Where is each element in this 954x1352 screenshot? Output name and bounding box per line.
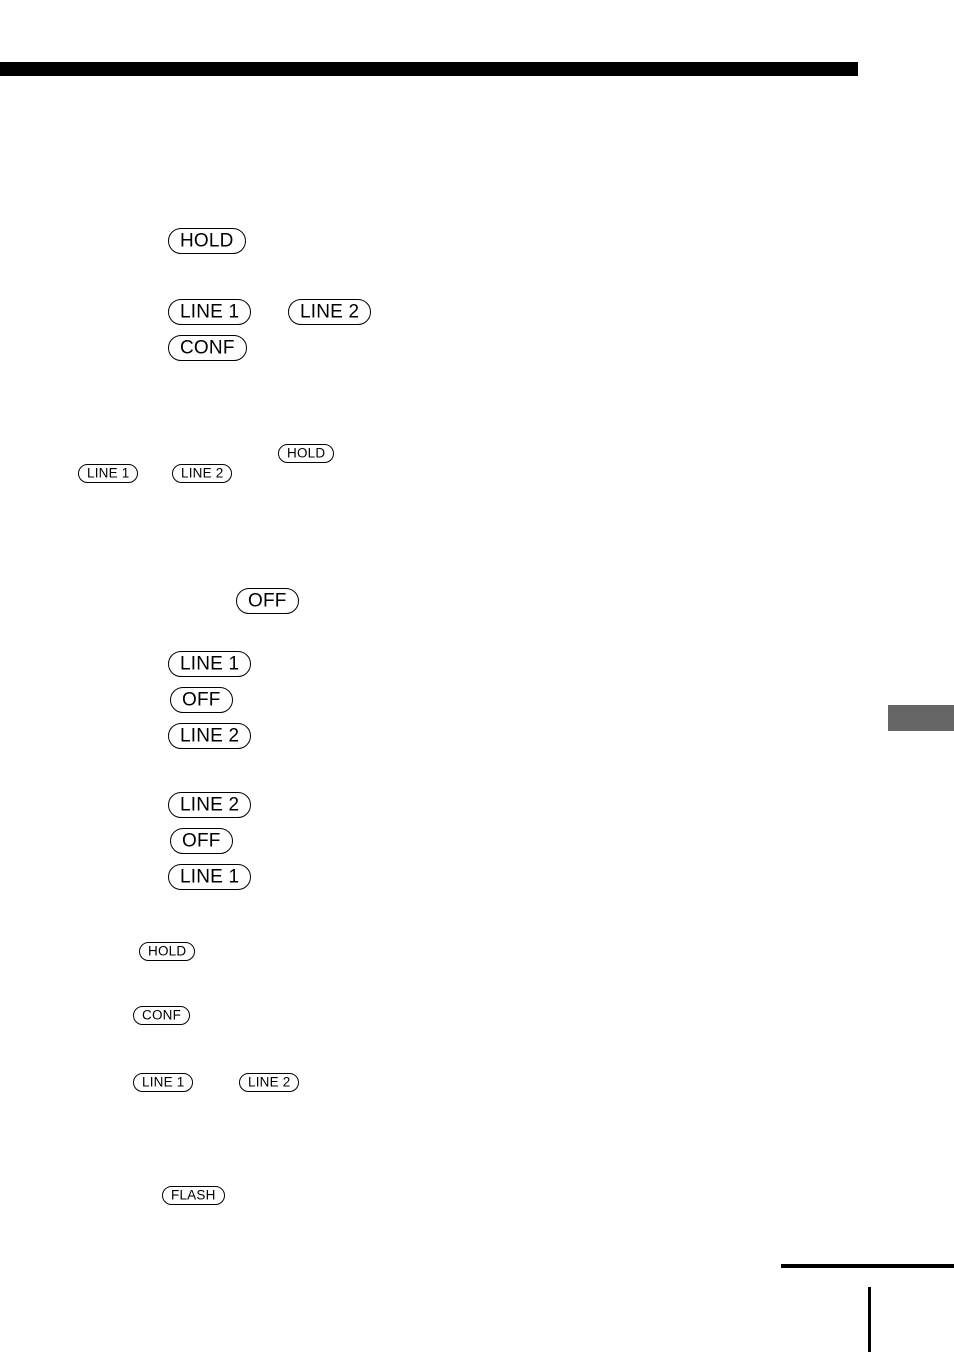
key-button-line-1: LINE 1 (168, 864, 252, 890)
key-button-line-1: LINE 1 (133, 1073, 194, 1092)
key-button-flash: FLASH (162, 1186, 225, 1205)
key-button-label: LINE 2 (248, 1074, 291, 1090)
key-button-off: OFF (170, 687, 233, 713)
key-button-label: CONF (180, 337, 235, 358)
key-button-label: OFF (182, 689, 221, 710)
key-button-label: LINE 1 (180, 301, 240, 322)
key-button-conf: CONF (168, 335, 247, 361)
header-rule (0, 62, 858, 76)
key-button-hold: HOLD (168, 228, 246, 254)
key-button-label: OFF (248, 590, 287, 611)
key-button-label: FLASH (171, 1187, 216, 1203)
section-edge-tab (888, 705, 954, 731)
key-button-label: LINE 2 (181, 465, 224, 481)
key-button-off: OFF (170, 828, 233, 854)
key-button-line-2: LINE 2 (172, 464, 233, 483)
key-button-line-1: LINE 1 (168, 299, 252, 325)
key-button-label: LINE 1 (180, 866, 240, 887)
key-button-hold: HOLD (278, 444, 335, 463)
key-button-label: HOLD (148, 943, 187, 959)
key-button-line-1: LINE 1 (168, 651, 252, 677)
manual-page: HOLD LINE 1 LINE 2 CONF HOLD LINE 1 LINE 2 OFF L… (0, 0, 954, 1352)
key-button-line-2: LINE 2 (288, 299, 372, 325)
footer-vertical-rule (868, 1287, 871, 1352)
key-button-label: LINE 1 (87, 465, 130, 481)
key-button-label: HOLD (287, 445, 326, 461)
key-button-label: OFF (182, 830, 221, 851)
key-button-label: LINE 2 (180, 725, 240, 746)
key-button-line-2: LINE 2 (239, 1073, 300, 1092)
key-button-line-1: LINE 1 (78, 464, 139, 483)
key-button-line-2: LINE 2 (168, 723, 252, 749)
key-button-off: OFF (236, 588, 299, 614)
key-button-hold: HOLD (139, 942, 196, 961)
key-button-label: CONF (142, 1007, 182, 1023)
key-button-label: LINE 2 (300, 301, 360, 322)
key-button-label: LINE 1 (180, 653, 240, 674)
key-button-line-2: LINE 2 (168, 792, 252, 818)
key-button-label: LINE 2 (180, 794, 240, 815)
footer-horizontal-rule (781, 1264, 954, 1268)
key-button-label: HOLD (180, 230, 234, 251)
key-button-conf: CONF (133, 1006, 191, 1025)
key-button-label: LINE 1 (142, 1074, 185, 1090)
